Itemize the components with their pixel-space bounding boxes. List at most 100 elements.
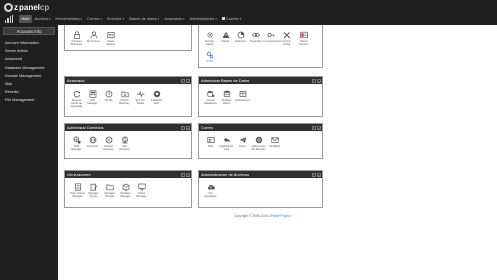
tile-tus-descargas[interactable]: Tus descargas <box>203 183 218 198</box>
database-icon <box>223 90 231 98</box>
tile-status[interactable]: Sec. No. Status <box>133 90 148 105</box>
tile-mi-account[interactable]: Mi Account <box>86 31 101 43</box>
tile-dominios[interactable]: Dominios <box>85 136 100 148</box>
account-square-icon <box>221 17 225 21</box>
menu-label: Administrador <box>189 16 215 21</box>
footer-link[interactable]: ZPanel Project <box>269 214 291 218</box>
tile-tienda[interactable]: Tienda <box>101 90 116 102</box>
close-icon[interactable]: × <box>317 125 321 131</box>
tile-mail[interactable]: Mail <box>203 136 218 148</box>
logo-circle-icon <box>4 3 13 12</box>
tile-label: Mi Base Datos <box>221 98 232 105</box>
tile-calcificacion-lista[interactable]: Calcificacion Lista <box>219 136 234 151</box>
tile-manager-server[interactable]: Manager Server <box>86 183 101 198</box>
sidebar-item-server-admin[interactable]: Server Admin <box>5 49 44 57</box>
tile-sub-domains[interactable]: Sub Domains <box>117 136 132 151</box>
top-bar: z panel cp Web Archivo▾ Herramientas▾ Corr… <box>0 0 497 25</box>
tile-label: Online Manager <box>136 191 147 198</box>
caret-down-icon: ▾ <box>122 17 125 21</box>
menu-bases-de-datos[interactable]: Bases de datos▾ <box>127 15 162 23</box>
tile-package-manager[interactable]: Package Manager <box>118 183 133 198</box>
close-icon[interactable]: × <box>186 125 190 131</box>
tile-usage-manuel[interactable]: Usage Manuel <box>103 31 118 46</box>
collapse-icon[interactable]: ⌃ <box>311 125 316 131</box>
collapse-icon[interactable]: ⌃ <box>180 78 185 84</box>
panel-generadores: Generadores ⌃ × Index Library Manager Ma… <box>64 170 192 208</box>
caret-down-icon: ▾ <box>157 17 160 21</box>
tile-label: Activo <box>205 59 214 63</box>
panel-title: Administar Bases de Datos <box>201 78 250 83</box>
collapse-icon[interactable]: ⌃ <box>311 172 316 178</box>
tile-cpu-manager[interactable]: CPU Manager <box>85 90 100 105</box>
close-icon[interactable]: × <box>317 172 321 178</box>
tile-parked-domains[interactable]: Parked Domains <box>101 136 116 151</box>
sidebar-item-database-management[interactable]: Database Management <box>5 66 44 74</box>
close-icon[interactable]: × <box>317 78 321 84</box>
panel-header: Generadores ⌃ × <box>65 171 191 178</box>
sidebar-item-mail[interactable]: Mail <box>5 82 44 90</box>
tile-servicio-cache[interactable]: Servicio Cache <box>202 31 217 46</box>
sidebar-item-advanced[interactable]: Advanced <box>5 57 44 65</box>
menu-label: Herramientas <box>55 16 80 21</box>
sidebar-item-domain-management[interactable]: Domain Management <box>5 74 44 82</box>
panel-controls: ⌃ × <box>180 125 190 131</box>
reply-icon <box>223 136 231 144</box>
tile-chequeo[interactable]: Chequeo Dispuesto <box>69 31 84 46</box>
tile-label: DNS Manager <box>71 144 82 151</box>
menu-label: Web <box>21 16 30 21</box>
menu-herramientas[interactable]: Herramientas▾ <box>53 15 85 23</box>
tile-control-config[interactable]: Control Config <box>279 31 294 46</box>
tile-alertas[interactable]: Alertas <box>218 31 233 43</box>
tile-cpanel-servers[interactable]: cPanel Servers <box>296 31 311 46</box>
tile-manager-domain[interactable]: Manager Domain <box>102 183 117 198</box>
refresh-icon <box>73 90 81 98</box>
sidebar-item-file-management[interactable]: File Management <box>5 98 44 106</box>
paper-plane-icon <box>239 136 247 144</box>
tile-seguridad[interactable]: Seguridad <box>248 31 263 43</box>
tile-copias-seguridad[interactable]: Tarea de copias de seguridad <box>69 90 84 108</box>
tile-activo[interactable]: Activo <box>202 51 217 63</box>
sidebar-item-account-information[interactable]: Account Information <box>5 41 44 49</box>
caret-down-icon: ▾ <box>183 17 185 21</box>
tile-referencia-dominio[interactable]: Referencia del Dominio <box>251 136 266 151</box>
tile-dns-manager[interactable]: DNS Manager <box>69 136 84 151</box>
tile-online-manager[interactable]: Online Manager <box>134 183 149 198</box>
panel-title: Avanzado <box>67 78 85 83</box>
menu-label: Bases de datos <box>129 16 157 21</box>
menu-correo[interactable]: Correo▾ <box>85 15 105 23</box>
panel-title: Administar Dominios <box>67 125 104 130</box>
tile-phpmyadmin[interactable]: phpMyAdmin <box>235 90 250 102</box>
menu-label: Archivo <box>34 16 48 21</box>
tile-label: Index Library Manager <box>70 191 85 198</box>
close-icon[interactable]: × <box>186 172 190 178</box>
tile-acceso-databases[interactable]: Acceso Databases <box>203 90 218 105</box>
tile-mi-base-datos[interactable]: Mi Base Datos <box>219 90 234 105</box>
zpanel-logo[interactable]: z panel cp <box>4 2 49 13</box>
collapse-icon[interactable]: ⌃ <box>180 172 185 178</box>
panel-controls: ⌃ × <box>180 78 190 84</box>
menu-avanzado[interactable]: Avanzado▾ <box>162 15 187 23</box>
stats-bars-icon[interactable] <box>5 15 13 23</box>
collapse-icon[interactable]: ⌃ <box>180 125 185 131</box>
logo-text-cp: cp <box>39 3 50 12</box>
tile-instalador-web[interactable]: Instalador Web <box>149 90 164 105</box>
tile-sendmail[interactable]: SendMail <box>267 136 282 148</box>
caret-down-icon: ▾ <box>100 17 102 21</box>
menu-web[interactable]: Web <box>19 15 33 23</box>
menu-archivo[interactable]: Archivo▾ <box>32 15 53 23</box>
menu-cuenta[interactable]: Cuenta▾ <box>219 15 243 23</box>
menu-servidor[interactable]: Servidor▾ <box>104 15 126 23</box>
sidebar-item-reseller[interactable]: Reseller <box>5 90 44 98</box>
tile-protect-directory[interactable]: Protect Directory <box>117 90 132 105</box>
panel-header: Administar Dominios ⌃ × <box>65 124 191 131</box>
tile-envio[interactable]: Envio <box>235 136 250 148</box>
tile-label: Mail <box>208 144 213 148</box>
collapse-icon[interactable]: ⌃ <box>311 78 316 84</box>
tile-label: Tarea de copias de seguridad <box>70 98 83 108</box>
menu-administrador[interactable]: Administrador▾ <box>187 15 219 23</box>
tile-aplicacion[interactable]: Aplicacion <box>233 31 248 43</box>
close-icon[interactable]: × <box>186 78 190 84</box>
tile-lenovocaciones[interactable]: Lenovocaciones <box>263 31 282 43</box>
tile-label: Manager Server <box>88 191 99 198</box>
tile-index-library-manager[interactable]: Index Library Manager <box>70 183 85 198</box>
